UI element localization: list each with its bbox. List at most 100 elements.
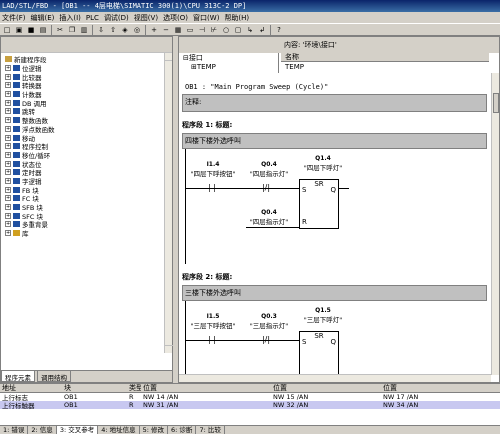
contact-no-icon[interactable]: ⊣ [197,25,207,35]
network-icon[interactable]: ▭ [185,25,195,35]
expand-icon[interactable]: + [5,177,11,184]
open-icon[interactable]: ▣ [14,25,24,35]
contact-nc-icon[interactable]: ⊬ [209,25,219,35]
tab-modify[interactable]: 5: 修改 [140,426,169,434]
block-comment[interactable]: 注释: [182,94,487,112]
expand-icon[interactable]: + [5,117,11,124]
menu-window[interactable]: 窗口(W) [193,13,219,23]
expand-icon[interactable]: + [5,160,11,167]
branch-open-icon[interactable]: ↳ [245,25,255,35]
zoom-in-icon[interactable]: + [149,25,159,35]
tab-address-info[interactable]: 4: 地址信息 [98,426,140,434]
rung-wire [186,340,301,341]
network-1-title[interactable]: 程序段 1: 标题: [182,120,490,130]
network-1-rung[interactable]: I1.4 "四层下呼按钮" Q0.4 "四层指示灯" Q1.4 "四层下呼灯" … [185,149,490,264]
copy-icon[interactable]: ❐ [67,25,77,35]
expand-icon[interactable]: + [5,204,11,211]
sr-block[interactable]: SR S Q R [299,179,339,229]
comparator-icon [13,73,20,80]
branch-close-icon[interactable]: ↲ [257,25,267,35]
tab-compare[interactable]: 7: 比较 [196,426,225,434]
sr-block[interactable]: SR S Q [299,331,339,377]
scroll-thumb[interactable] [493,93,499,113]
expand-icon[interactable]: + [5,108,11,115]
menu-debug[interactable]: 调试(D) [104,13,129,23]
left-scrollbar[interactable] [164,53,173,353]
scroll-down-icon[interactable] [165,345,173,353]
tree-item[interactable]: + 多重背景 [5,220,172,229]
expand-icon[interactable]: + [5,99,11,106]
network-2-title[interactable]: 程序段 2: 标题: [182,272,490,282]
col-block[interactable]: 块 [62,383,127,393]
contact-2[interactable]: Q0.3 "三层指示灯" [246,313,292,330]
col-location-2[interactable]: 位置 [271,383,381,393]
expand-icon[interactable]: + [5,212,11,219]
expand-icon[interactable]: + [5,169,11,176]
expand-icon[interactable]: + [5,91,11,98]
new-icon[interactable]: □ [2,25,12,35]
tab-info[interactable]: 2: 信息 [28,426,57,434]
expand-icon[interactable]: + [5,151,11,158]
coil-label[interactable]: Q1.5 "三层下呼灯" [298,307,348,324]
tab-cross-reference[interactable]: 3: 交叉参考 [56,426,99,434]
download-icon[interactable]: ⇩ [96,25,106,35]
menu-plc[interactable]: PLC [86,14,99,22]
zoom-out-icon[interactable]: − [161,25,171,35]
expand-icon[interactable]: + [5,195,11,202]
expand-icon[interactable]: + [5,186,11,193]
col-type[interactable]: 类型 [127,383,141,393]
interface-tree-root[interactable]: ⊟ 接口 [179,53,278,62]
expand-icon[interactable]: + [5,134,11,141]
monitor-icon[interactable]: ◎ [132,25,142,35]
scroll-up-icon[interactable] [165,53,172,61]
editor-vertical-scrollbar[interactable] [491,73,499,375]
expand-icon[interactable]: + [5,143,11,150]
tab-errors[interactable]: 1: 错误 [0,426,29,434]
table-row[interactable]: 上行标志 OB1 R NW 14 /AN NW 15 /AN NW 17 /AN [0,393,500,402]
tab-program-elements[interactable]: 程序元素 [1,371,35,382]
expand-icon[interactable]: + [5,65,11,72]
network-2-comment[interactable]: 三楼下楼外选呼叫 [182,285,487,301]
tree-item[interactable]: + 库 [5,229,172,238]
menu-view[interactable]: 视图(V) [134,13,158,23]
paste-icon[interactable]: ▥ [79,25,89,35]
contact-1[interactable]: I1.4 "四层下呼按钮" [190,161,236,178]
coil-label[interactable]: Q1.4 "四层下呼灯" [298,155,348,172]
upload-icon[interactable]: ⇧ [108,25,118,35]
online-icon[interactable]: ◈ [120,25,130,35]
coil-icon[interactable]: ○ [221,25,231,35]
menu-options[interactable]: 选项(O) [163,13,188,23]
help-icon[interactable]: ? [274,25,284,35]
contact-3[interactable]: Q0.4 "四层指示灯" [246,209,292,226]
contact-1[interactable]: I1.5 "三层下呼按钮" [190,313,236,330]
tab-call-structure[interactable]: 调用结构 [37,371,71,382]
network-1-comment[interactable]: 四楼下楼外选呼叫 [182,133,487,149]
expand-icon[interactable]: + [5,221,11,228]
ladder-editor[interactable]: OB1 : "Main Program Sweep (Cycle)" 注释: 程… [182,77,490,377]
title-bar: LAD/STL/FBD - [OB1 -- 4层电梯\SIMATIC 300(1… [0,0,500,12]
contact-no-icon: | | [208,183,216,192]
menu-insert[interactable]: 插入(I) [59,13,81,23]
expand-icon[interactable]: + [5,230,11,237]
network-2-rung[interactable]: I1.5 "三层下呼按钮" Q0.3 "三层指示灯" Q1.5 "三层下呼灯" … [185,301,490,377]
interface-tree-temp[interactable]: ⊞ TEMP [179,62,278,71]
col-location-3[interactable]: 位置 [381,383,500,393]
tab-diagnostics[interactable]: 6: 诊断 [168,426,197,434]
expand-icon[interactable]: + [5,125,11,132]
menu-edit[interactable]: 编辑(E) [31,13,55,23]
menu-file[interactable]: 文件(F) [2,13,26,23]
ob-title: OB1 : "Main Program Sweep (Cycle)" [185,83,329,91]
menu-help[interactable]: 帮助(H) [224,13,249,23]
expand-icon[interactable]: + [5,82,11,89]
editor-horizontal-scrollbar[interactable] [179,374,491,382]
contact-2[interactable]: Q0.4 "四层指示灯" [246,161,292,178]
save-icon[interactable]: ■ [26,25,36,35]
col-location-1[interactable]: 位置 [141,383,271,393]
box-icon[interactable]: ▢ [233,25,243,35]
print-icon[interactable]: ▤ [38,25,48,35]
table-row[interactable]: 上行标触器 OB1 R NW 31 /AN NW 32 /AN NW 34 /A… [0,401,500,410]
expand-icon[interactable]: + [5,73,11,80]
overview-icon[interactable]: ▦ [173,25,183,35]
cut-icon[interactable]: ✂ [55,25,65,35]
interface-item-temp[interactable]: TEMP [281,62,489,71]
